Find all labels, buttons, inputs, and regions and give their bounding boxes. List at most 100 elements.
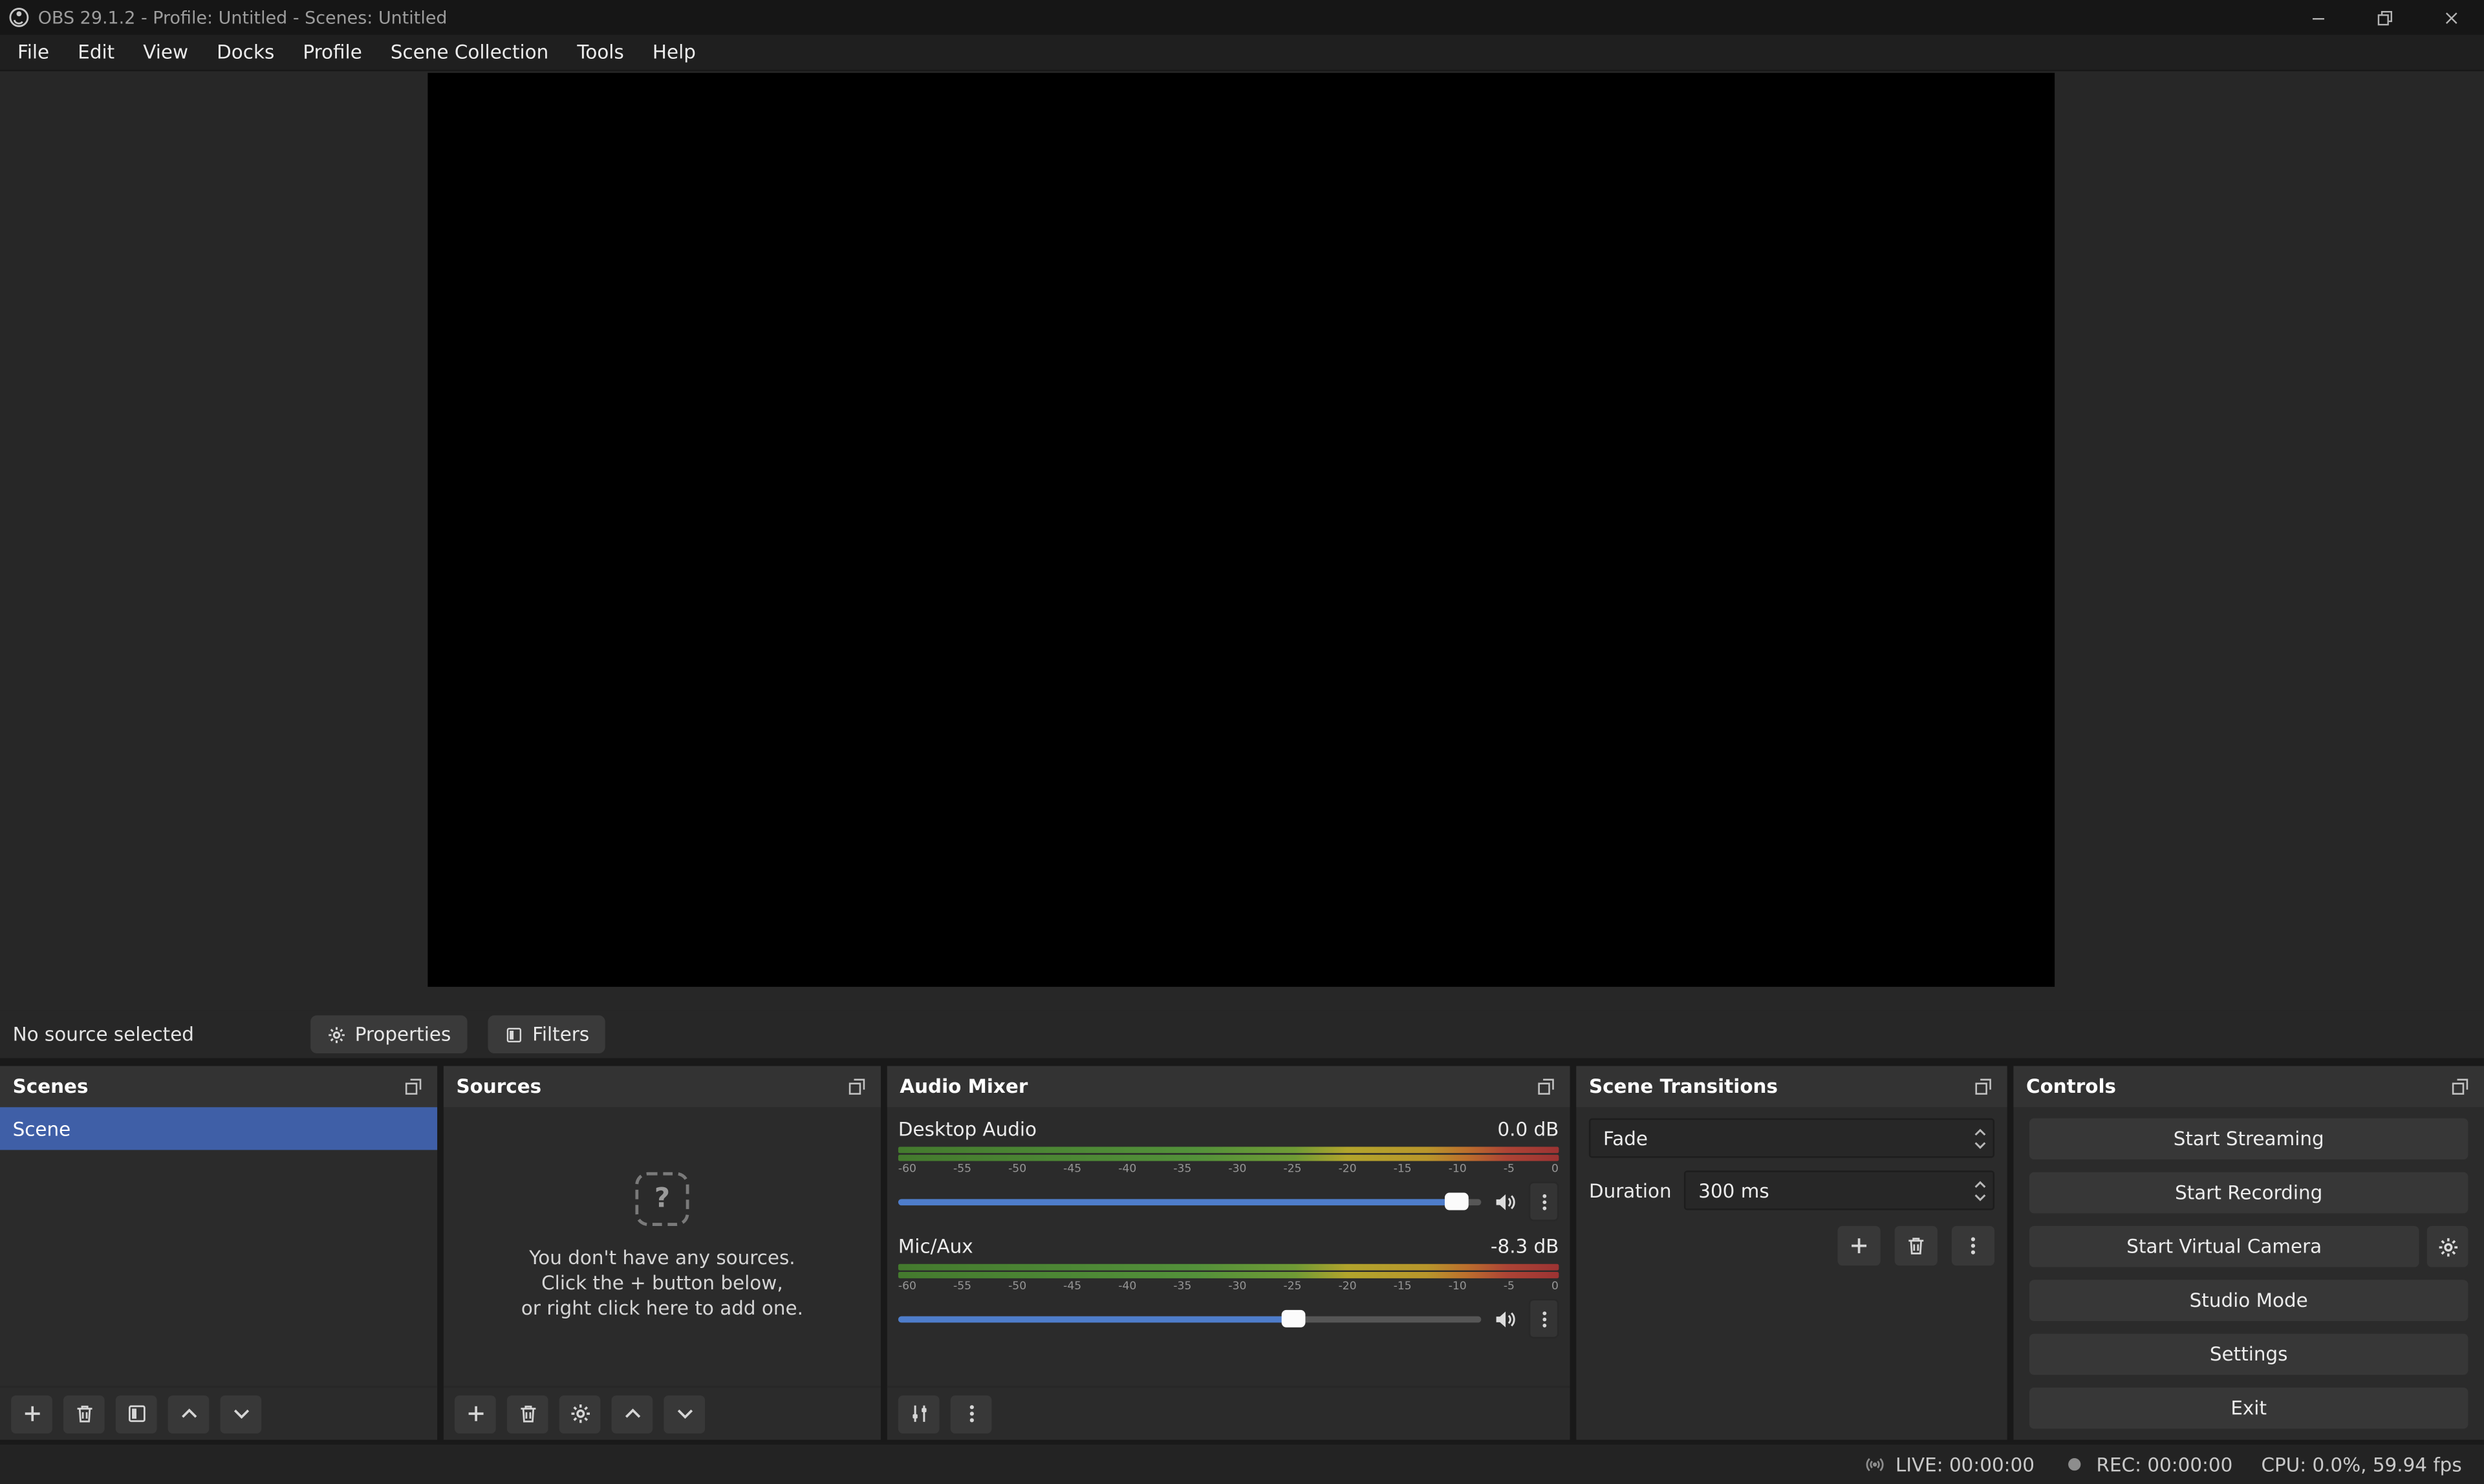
meter-tick-label: -5 <box>1504 1280 1515 1293</box>
menu-edit[interactable]: Edit <box>63 35 129 70</box>
add-source-button[interactable] <box>455 1395 496 1433</box>
properties-button-label: Properties <box>355 1023 451 1045</box>
controls-panel: Controls Start Streaming Start Recording… <box>2013 1066 2484 1440</box>
meter-tick-label: -25 <box>1284 1280 1302 1293</box>
meter-tick-label: -55 <box>953 1280 971 1293</box>
kebab-icon <box>959 1402 983 1426</box>
mic-aux-mute-button[interactable] <box>1493 1306 1518 1331</box>
sources-panel-title: Sources <box>456 1075 541 1097</box>
spinner-up-icon[interactable] <box>1973 1179 1986 1189</box>
obs-window: OBS 29.1.2 - Profile: Untitled - Scenes:… <box>0 0 2484 1484</box>
scene-transitions-panel: Scene Transitions Fade Duration <box>1576 1066 2007 1440</box>
add-transition-button[interactable] <box>1838 1226 1881 1265</box>
spinner-down-icon <box>1973 1139 1986 1149</box>
mixer-menu-button[interactable] <box>951 1395 992 1433</box>
scenes-panel: Scenes Scene <box>0 1066 437 1440</box>
meter-tick-label: -60 <box>898 1280 916 1293</box>
trash-icon <box>72 1402 96 1426</box>
kebab-icon <box>1533 1307 1555 1329</box>
start-streaming-button[interactable]: Start Streaming <box>2029 1118 2468 1159</box>
desktop-audio-mute-button[interactable] <box>1493 1188 1518 1214</box>
add-scene-button[interactable] <box>11 1395 52 1433</box>
sources-panel-header: Sources <box>444 1066 881 1108</box>
virtual-camera-settings-button[interactable] <box>2427 1226 2468 1267</box>
menu-tools[interactable]: Tools <box>563 35 638 70</box>
audio-mixer-panel: Audio Mixer Desktop Audio 0.0 dB <box>887 1066 1570 1440</box>
volume-meter <box>898 1264 1559 1278</box>
popout-icon[interactable] <box>2449 1075 2471 1097</box>
gear-icon <box>327 1024 347 1045</box>
mic-aux-volume-slider[interactable] <box>898 1315 1481 1322</box>
menu-profile[interactable]: Profile <box>288 35 376 70</box>
trash-icon <box>1904 1234 1928 1258</box>
mic-aux-channel: Mic/Aux -8.3 dB -60 -55 -50 -45 -4 <box>898 1236 1559 1339</box>
mic-aux-menu-button[interactable] <box>1529 1299 1559 1339</box>
source-properties-button[interactable] <box>559 1395 601 1433</box>
scene-list-item[interactable]: Scene <box>0 1107 437 1150</box>
meter-tick-label: -10 <box>1449 1280 1467 1293</box>
volume-meter <box>898 1147 1559 1161</box>
move-source-down-button[interactable] <box>664 1395 705 1433</box>
menu-docks[interactable]: Docks <box>202 35 288 70</box>
sources-empty-line: Click the + button below, <box>541 1271 783 1296</box>
meter-tick-label: -45 <box>1063 1163 1081 1176</box>
broadcast-icon <box>1863 1452 1886 1476</box>
popout-icon[interactable] <box>1535 1075 1557 1097</box>
desktop-audio-volume-slider[interactable] <box>898 1198 1481 1205</box>
close-button[interactable] <box>2417 0 2484 35</box>
sources-list: ? You don't have any sources. Click the … <box>444 1107 881 1439</box>
settings-button[interactable]: Settings <box>2029 1334 2468 1375</box>
slider-handle[interactable] <box>1282 1310 1306 1328</box>
meter-tick-label: -50 <box>1008 1280 1026 1293</box>
desktop-audio-channel: Desktop Audio 0.0 dB -60 -55 -50 -45 <box>898 1118 1559 1221</box>
slider-handle[interactable] <box>1445 1193 1469 1210</box>
transition-select-arrows[interactable] <box>1966 1120 1993 1156</box>
menu-scene-collection[interactable]: Scene Collection <box>376 35 563 70</box>
move-scene-down-button[interactable] <box>220 1395 261 1433</box>
minimize-button[interactable] <box>2284 0 2351 35</box>
remove-scene-button[interactable] <box>63 1395 105 1433</box>
meter-tick-label: -15 <box>1394 1163 1412 1176</box>
remove-source-button[interactable] <box>507 1395 548 1433</box>
meter-tick-label: -50 <box>1008 1163 1026 1176</box>
meter-tick-label: -30 <box>1228 1280 1246 1293</box>
move-scene-up-button[interactable] <box>168 1395 210 1433</box>
start-virtual-camera-button[interactable]: Start Virtual Camera <box>2029 1226 2419 1267</box>
start-recording-button[interactable]: Start Recording <box>2029 1172 2468 1214</box>
popout-icon[interactable] <box>846 1075 868 1097</box>
spinner-down-icon[interactable] <box>1973 1192 1986 1201</box>
meter-tick-label: -45 <box>1063 1280 1081 1293</box>
popout-icon[interactable] <box>402 1075 424 1097</box>
sources-toolbar <box>444 1386 881 1439</box>
transition-menu-button[interactable] <box>1952 1226 1994 1265</box>
properties-button[interactable]: Properties <box>310 1015 467 1053</box>
remove-transition-button[interactable] <box>1895 1226 1938 1265</box>
scenes-panel-header: Scenes <box>0 1066 437 1108</box>
menu-view[interactable]: View <box>129 35 202 70</box>
maximize-button[interactable] <box>2351 0 2417 35</box>
popout-icon[interactable] <box>1972 1075 1994 1097</box>
desktop-audio-menu-button[interactable] <box>1529 1181 1559 1221</box>
advanced-audio-button[interactable] <box>898 1395 940 1433</box>
meter-tick-label: -55 <box>953 1163 971 1176</box>
filters-button[interactable]: Filters <box>488 1015 605 1053</box>
meter-scale: -60 -55 -50 -45 -40 -35 -30 -25 -20 -15 … <box>898 1280 1559 1293</box>
exit-button[interactable]: Exit <box>2029 1388 2468 1429</box>
chevron-down-icon <box>673 1402 697 1426</box>
scenes-list: Scene <box>0 1107 437 1439</box>
meter-tick-label: -10 <box>1449 1163 1467 1176</box>
menu-file[interactable]: File <box>3 35 63 70</box>
transition-select[interactable]: Fade <box>1589 1118 1994 1157</box>
duration-spinbox[interactable]: 300 ms <box>1684 1170 1994 1210</box>
scene-filters-button[interactable] <box>116 1395 157 1433</box>
mixer-toolbar <box>887 1386 1570 1439</box>
menu-help[interactable]: Help <box>638 35 710 70</box>
move-source-up-button[interactable] <box>612 1395 653 1433</box>
controls-panel-header: Controls <box>2013 1066 2484 1108</box>
studio-mode-button[interactable]: Studio Mode <box>2029 1280 2468 1321</box>
sources-empty-line: or right click here to add one. <box>521 1296 803 1321</box>
preview-canvas[interactable] <box>427 73 2055 987</box>
window-title: OBS 29.1.2 - Profile: Untitled - Scenes:… <box>38 7 448 28</box>
audio-mixer-panel-header: Audio Mixer <box>887 1066 1570 1108</box>
meter-tick-label: -20 <box>1339 1280 1357 1293</box>
